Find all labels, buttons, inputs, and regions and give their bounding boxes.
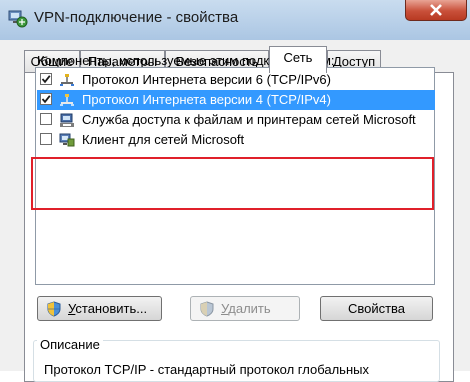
list-item-label: Служба доступа к файлам и принтерам сете…	[82, 112, 416, 127]
install-button-label: становить...	[75, 301, 148, 316]
properties-button[interactable]: Свойства	[320, 296, 433, 321]
checkmark-icon	[41, 75, 51, 84]
checkmark-icon	[41, 95, 51, 104]
checkbox-network-client[interactable]	[40, 133, 52, 145]
description-title: Описание	[37, 337, 103, 352]
protocol-icon	[59, 92, 75, 108]
highlight-box	[31, 157, 434, 210]
network-connection-icon	[8, 8, 28, 28]
remove-button-label: далить	[228, 301, 271, 316]
title-bar[interactable]: VPN-подключение - свойства	[0, 0, 470, 41]
file-printer-sharing-icon	[59, 112, 75, 128]
description-text: Протокол TCP/IP - стандартный протокол г…	[44, 362, 369, 377]
shield-icon	[46, 301, 62, 317]
tab-network[interactable]: Сеть	[269, 46, 327, 73]
list-item-label: Клиент для сетей Microsoft	[82, 132, 245, 147]
window-title: VPN-подключение - свойства	[34, 9, 239, 26]
checkbox-ipv6[interactable]	[40, 73, 52, 85]
list-item[interactable]: Служба доступа к файлам и принтерам сете…	[37, 110, 435, 130]
protocol-icon	[59, 72, 75, 88]
close-button[interactable]	[405, 0, 467, 21]
list-item-label: Протокол Интернета версии 4 (TCP/IPv4)	[82, 92, 331, 107]
install-button[interactable]: Установить...	[37, 296, 162, 321]
shield-icon	[199, 301, 215, 317]
list-item[interactable]: Клиент для сетей Microsoft	[37, 130, 435, 150]
list-item[interactable]: Протокол Интернета версии 4 (TCP/IPv4)	[37, 90, 435, 110]
checkbox-ipv4[interactable]	[40, 93, 52, 105]
list-item-label: Протокол Интернета версии 6 (TCP/IPv6)	[82, 72, 331, 87]
remove-button[interactable]: Удалить	[190, 296, 300, 321]
close-icon	[430, 4, 442, 16]
list-item[interactable]: Протокол Интернета версии 6 (TCP/IPv6)	[37, 70, 435, 90]
checkbox-file-printer-sharing[interactable]	[40, 113, 52, 125]
network-client-icon	[59, 132, 75, 148]
